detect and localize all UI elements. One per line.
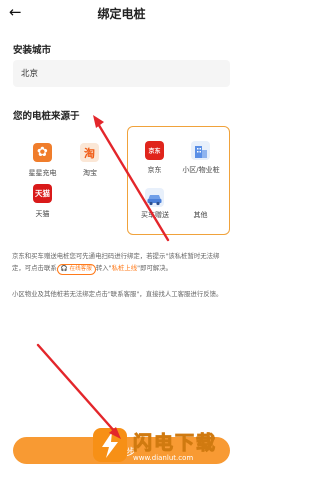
brand-label: 星星充电	[28, 169, 57, 177]
brand-label: 买车赠送	[141, 211, 169, 219]
install-city-label: 安装城市	[13, 45, 52, 56]
watermark-url: www.dianlut.com	[133, 454, 194, 462]
other-icon	[191, 188, 210, 207]
page-title: 绑定电桩	[97, 7, 146, 21]
brand-label: 京东	[147, 166, 162, 174]
header-bar: ← 绑定电桩	[0, 0, 243, 28]
online-service-tag[interactable]: 🎧 在线客服	[56, 264, 96, 275]
taobao-icon: 淘	[80, 143, 99, 162]
watermark-text: 闪电下载	[132, 432, 218, 455]
source-question: 您的电桩来源于	[13, 111, 80, 122]
binding-instructions: 京东和买车赠送电桩您可先通电扫码进行绑定，若提示"该私桩暂时无法绑定，可点击联系…	[12, 250, 231, 275]
brand-label: 天猫	[35, 210, 50, 218]
desc-text: "即可解决。	[137, 264, 173, 272]
brand-label: 其他	[193, 211, 208, 219]
arrow-to-next-button	[36, 343, 118, 435]
car-gift-icon	[145, 188, 164, 207]
online-service-label: 在线客服	[69, 266, 92, 272]
lightning-logo-icon	[93, 428, 127, 462]
community-instructions: 小区物业及其他桩若无法绑定点击"联系客服"，直接找人工客服进行反馈。	[12, 290, 223, 298]
watermark: 闪电下载 www.dianlut.com	[93, 425, 243, 470]
desc-text: 转入"	[95, 264, 112, 272]
jd-icon: 京东	[145, 141, 164, 160]
community-icon	[191, 141, 210, 160]
star-charge-icon: ✿	[33, 143, 52, 162]
city-field[interactable]: 北京	[13, 60, 230, 87]
city-value: 北京	[21, 69, 39, 79]
tmall-icon: 天猫	[33, 184, 52, 203]
private-pile-link[interactable]: 私桩上线	[112, 264, 138, 272]
brand-label: 小区/物业桩	[182, 166, 220, 174]
brand-label: 淘宝	[83, 169, 97, 177]
arrowhead	[93, 115, 104, 128]
